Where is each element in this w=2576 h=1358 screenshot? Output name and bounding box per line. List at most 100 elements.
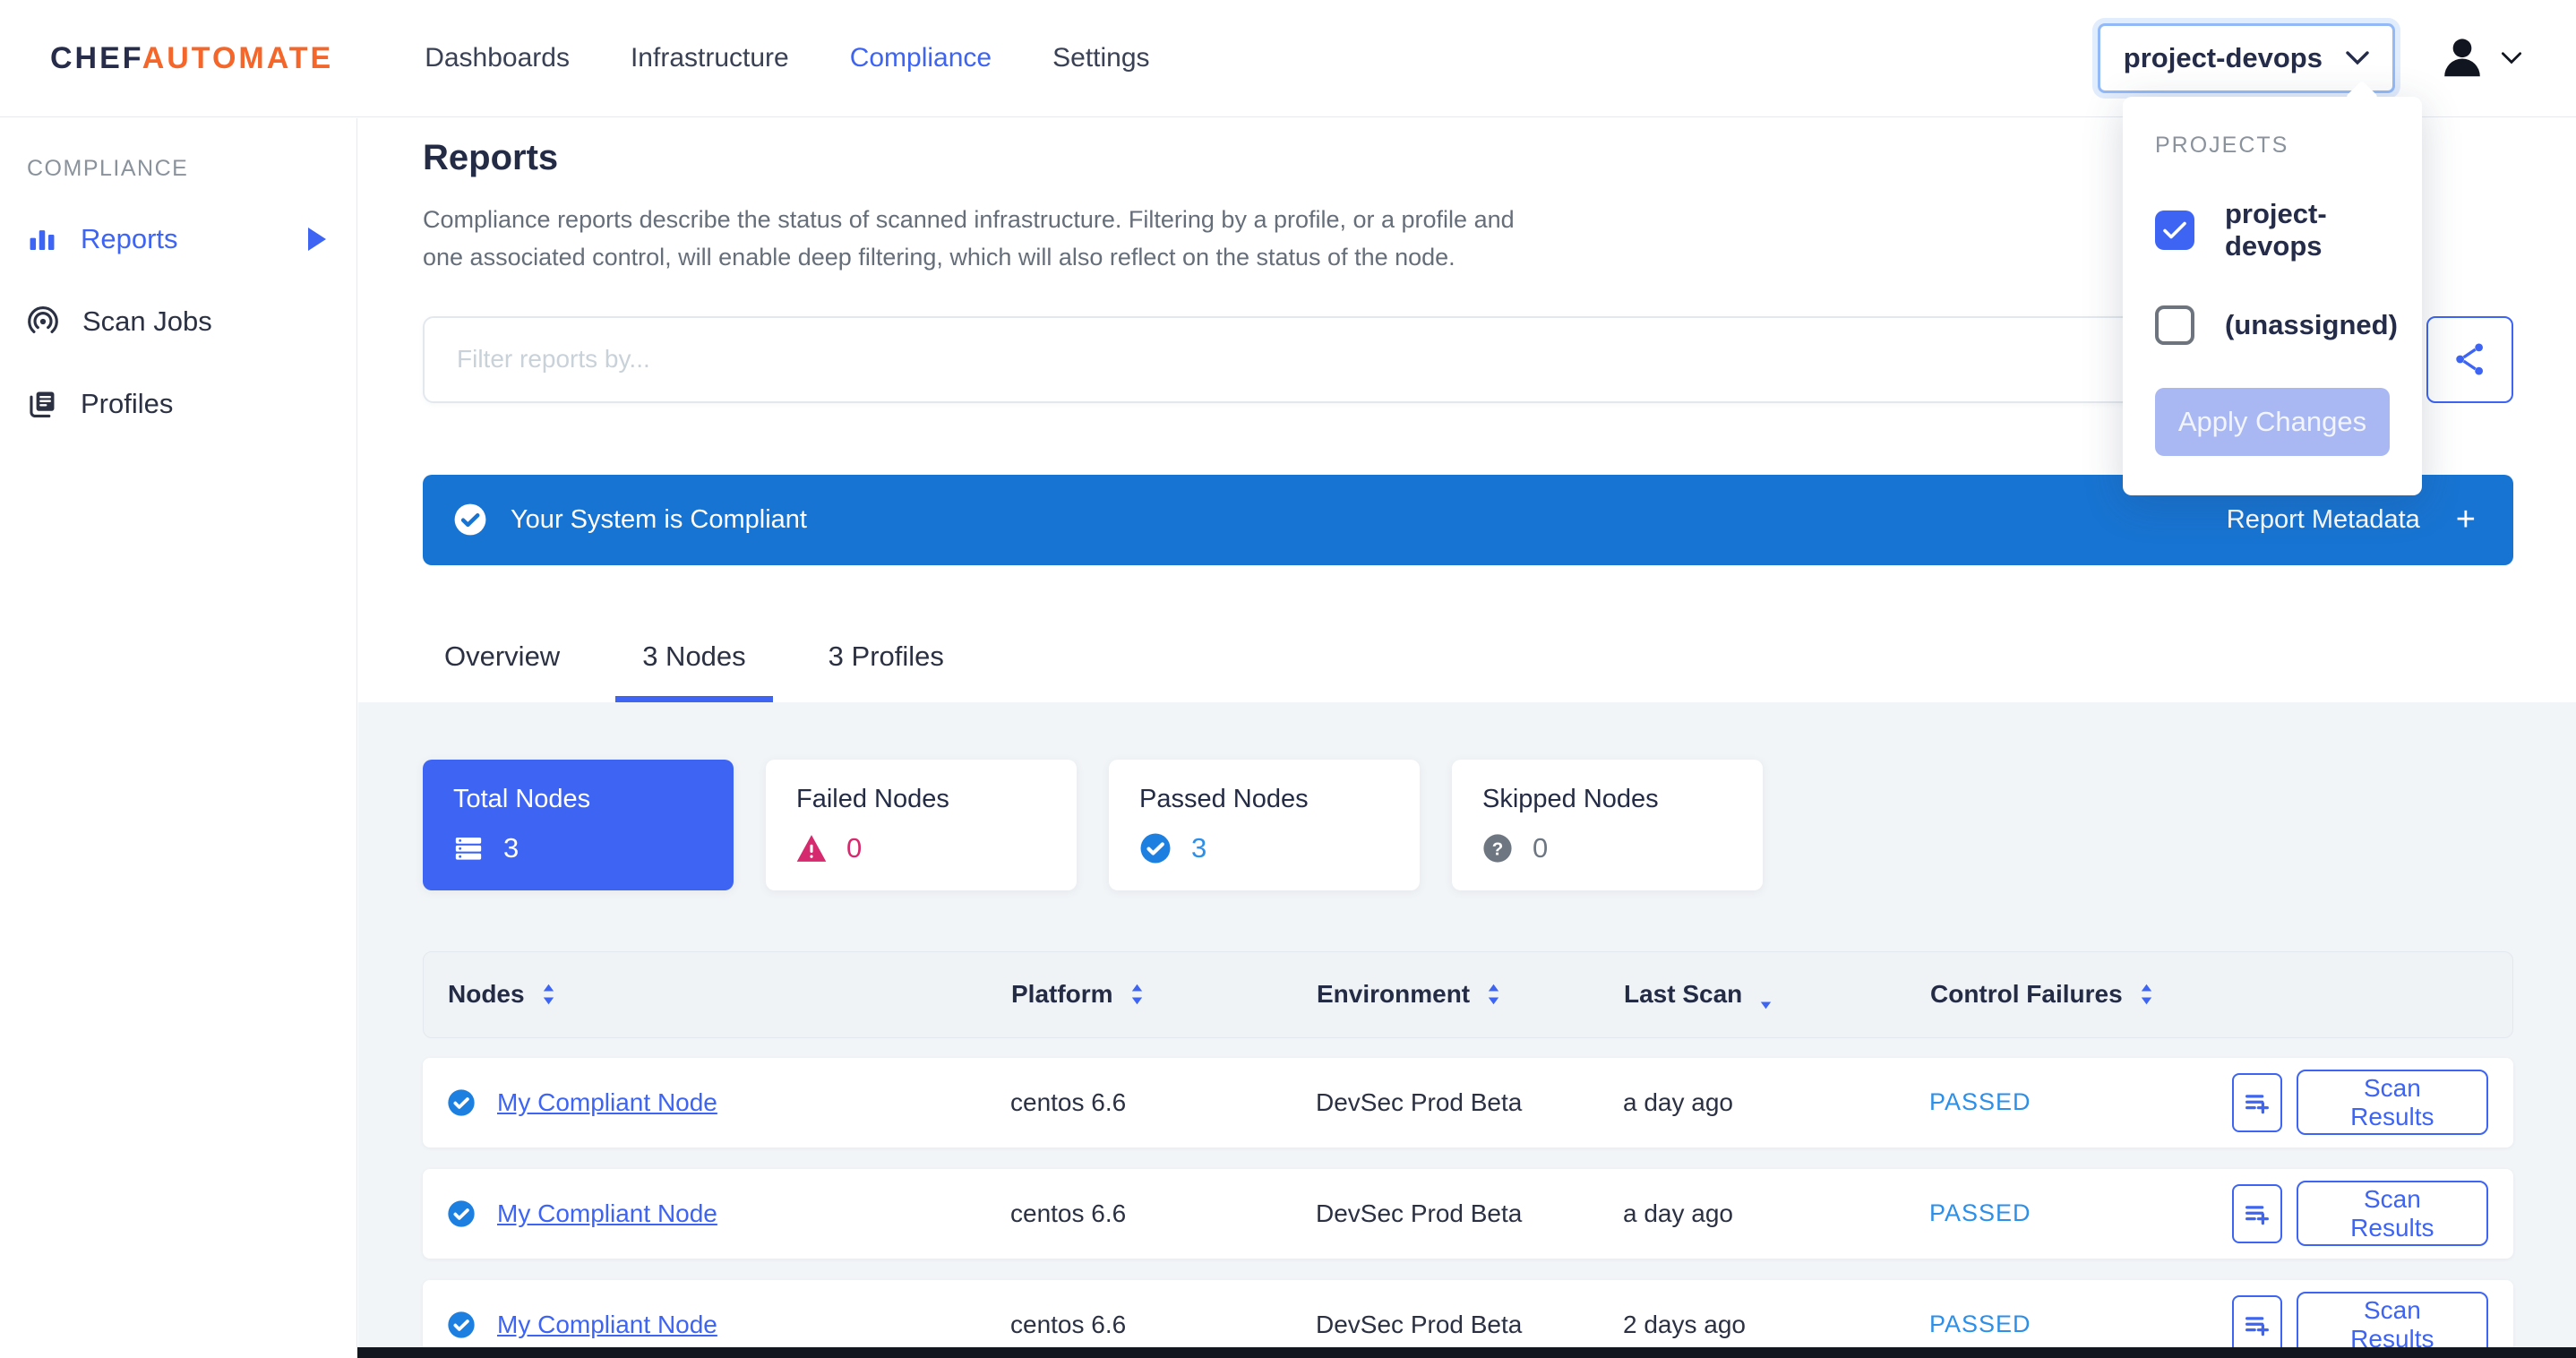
sort-icon[interactable] bbox=[1129, 983, 1145, 1006]
row-actions: Scan Results bbox=[2232, 1181, 2488, 1246]
card-passed-nodes[interactable]: Passed Nodes 3 bbox=[1109, 760, 1420, 890]
column-header-nodes[interactable]: Nodes bbox=[448, 980, 1011, 1009]
nav-compliance[interactable]: Compliance bbox=[850, 43, 992, 73]
tab-profiles[interactable]: 3 Profiles bbox=[829, 640, 944, 702]
user-menu[interactable] bbox=[2438, 34, 2522, 82]
radar-icon bbox=[27, 305, 59, 338]
status-badge: PASSED bbox=[1929, 1088, 2232, 1116]
nav-settings[interactable]: Settings bbox=[1052, 43, 1149, 73]
environment-cell: DevSec Prod Beta bbox=[1316, 1311, 1623, 1339]
row-actions: Scan Results bbox=[2232, 1070, 2488, 1135]
platform-cell: centos 6.6 bbox=[1010, 1088, 1316, 1117]
scan-results-button[interactable]: Scan Results bbox=[2297, 1181, 2488, 1246]
column-label: Nodes bbox=[448, 980, 525, 1009]
table-header: Nodes Platform Environment Last Scan bbox=[423, 951, 2513, 1038]
sidebar-item-profiles[interactable]: Profiles bbox=[27, 388, 356, 420]
logo-chef: CHEF bbox=[50, 41, 142, 75]
check-circle-icon bbox=[447, 1311, 476, 1339]
sidebar-item-label: Profiles bbox=[81, 388, 173, 420]
column-label: Environment bbox=[1317, 980, 1470, 1009]
card-count: 3 bbox=[453, 832, 734, 864]
checkbox-unchecked-icon[interactable] bbox=[2155, 305, 2194, 345]
card-title: Failed Nodes bbox=[796, 785, 1077, 814]
column-header-control-failures[interactable]: Control Failures bbox=[1930, 980, 2233, 1009]
column-label: Control Failures bbox=[1930, 980, 2123, 1009]
column-header-environment[interactable]: Environment bbox=[1317, 980, 1624, 1009]
row-actions: Scan Results bbox=[2232, 1292, 2488, 1347]
last-scan-cell: a day ago bbox=[1623, 1199, 1929, 1228]
filter-reports-input[interactable] bbox=[425, 318, 2313, 401]
top-nav: Dashboards Infrastructure Compliance Set… bbox=[425, 43, 1149, 73]
summary-cards: Total Nodes 3 Failed Nodes 0 bbox=[423, 760, 2513, 890]
share-button[interactable] bbox=[2426, 316, 2513, 403]
checkbox-checked-icon[interactable] bbox=[2155, 211, 2194, 250]
card-value: 3 bbox=[1191, 832, 1206, 864]
sidebar-item-label: Reports bbox=[81, 223, 178, 255]
server-stack-icon bbox=[453, 833, 484, 864]
banner-status-text: Your System is Compliant bbox=[511, 505, 807, 535]
node-link[interactable]: My Compliant Node bbox=[497, 1311, 717, 1339]
last-scan-cell: a day ago bbox=[1623, 1088, 1929, 1117]
scan-results-button[interactable]: Scan Results bbox=[2297, 1292, 2488, 1347]
plus-icon: + bbox=[2456, 503, 2476, 537]
playlist-add-icon bbox=[2242, 1087, 2272, 1118]
project-option-devops[interactable]: project-devops bbox=[2155, 198, 2390, 262]
project-option-unassigned[interactable]: (unassigned) bbox=[2155, 305, 2390, 345]
status-badge: PASSED bbox=[1929, 1199, 2232, 1227]
status-badge: PASSED bbox=[1929, 1311, 2232, 1338]
column-header-platform[interactable]: Platform bbox=[1011, 980, 1317, 1009]
apply-changes-button[interactable]: Apply Changes bbox=[2155, 388, 2390, 456]
project-option-label: (unassigned) bbox=[2225, 309, 2398, 341]
check-circle-icon bbox=[453, 503, 487, 537]
tab-nodes[interactable]: 3 Nodes bbox=[615, 640, 772, 702]
node-cell: My Compliant Node bbox=[447, 1199, 1010, 1228]
card-title: Passed Nodes bbox=[1139, 785, 1420, 814]
report-metadata-toggle[interactable]: Report Metadata + bbox=[2227, 503, 2476, 537]
sidebar-item-reports[interactable]: Reports bbox=[27, 223, 356, 255]
sidebar-item-label: Scan Jobs bbox=[82, 305, 212, 338]
sidebar-item-scan-jobs[interactable]: Scan Jobs bbox=[27, 305, 356, 338]
svg-text:?: ? bbox=[1492, 838, 1504, 859]
add-filter-button[interactable] bbox=[2232, 1184, 2282, 1243]
card-skipped-nodes[interactable]: Skipped Nodes ? 0 bbox=[1452, 760, 1763, 890]
node-link[interactable]: My Compliant Node bbox=[497, 1088, 717, 1117]
card-value: 0 bbox=[1533, 832, 1548, 864]
nodes-section: Total Nodes 3 Failed Nodes 0 bbox=[358, 702, 2576, 1347]
nodes-table: Nodes Platform Environment Last Scan bbox=[423, 951, 2513, 1347]
bar-chart-icon bbox=[27, 224, 57, 254]
playlist-add-icon bbox=[2242, 1199, 2272, 1229]
horizontal-scrollbar[interactable] bbox=[357, 1347, 2576, 1358]
question-circle-icon: ? bbox=[1482, 833, 1513, 864]
scan-results-button[interactable]: Scan Results bbox=[2297, 1070, 2488, 1135]
chef-automate-logo[interactable]: CHEFAUTOMATE bbox=[50, 41, 333, 76]
check-circle-icon bbox=[447, 1199, 476, 1228]
expand-arrow-icon[interactable] bbox=[308, 228, 326, 251]
column-header-last-scan[interactable]: Last Scan bbox=[1624, 978, 1930, 1010]
check-circle-icon bbox=[447, 1088, 476, 1117]
add-filter-button[interactable] bbox=[2232, 1295, 2282, 1347]
warning-triangle-icon bbox=[796, 834, 827, 863]
table-row: My Compliant Node centos 6.6 DevSec Prod… bbox=[423, 1169, 2513, 1259]
node-link[interactable]: My Compliant Node bbox=[497, 1199, 717, 1228]
card-total-nodes[interactable]: Total Nodes 3 bbox=[423, 760, 734, 890]
check-circle-icon bbox=[1139, 832, 1172, 864]
sort-icon[interactable] bbox=[1486, 983, 1501, 1006]
sort-desc-icon[interactable] bbox=[1758, 987, 1773, 1010]
sidebar-section-label: COMPLIANCE bbox=[27, 156, 356, 182]
sort-icon[interactable] bbox=[2139, 983, 2154, 1006]
platform-cell: centos 6.6 bbox=[1010, 1199, 1316, 1228]
nav-infrastructure[interactable]: Infrastructure bbox=[631, 43, 789, 73]
add-filter-button[interactable] bbox=[2232, 1073, 2282, 1132]
tab-overview[interactable]: Overview bbox=[444, 640, 560, 702]
projects-popup-title: PROJECTS bbox=[2155, 133, 2390, 159]
playlist-add-icon bbox=[2242, 1310, 2272, 1340]
environment-cell: DevSec Prod Beta bbox=[1316, 1199, 1623, 1228]
card-failed-nodes[interactable]: Failed Nodes 0 bbox=[766, 760, 1077, 890]
sort-icon[interactable] bbox=[541, 983, 556, 1006]
nav-dashboards[interactable]: Dashboards bbox=[425, 43, 570, 73]
table-row: My Compliant Node centos 6.6 DevSec Prod… bbox=[423, 1058, 2513, 1147]
table-row: My Compliant Node centos 6.6 DevSec Prod… bbox=[423, 1280, 2513, 1347]
platform-cell: centos 6.6 bbox=[1010, 1311, 1316, 1339]
top-bar-right: project-devops bbox=[2098, 23, 2522, 93]
project-selector[interactable]: project-devops bbox=[2098, 23, 2395, 93]
